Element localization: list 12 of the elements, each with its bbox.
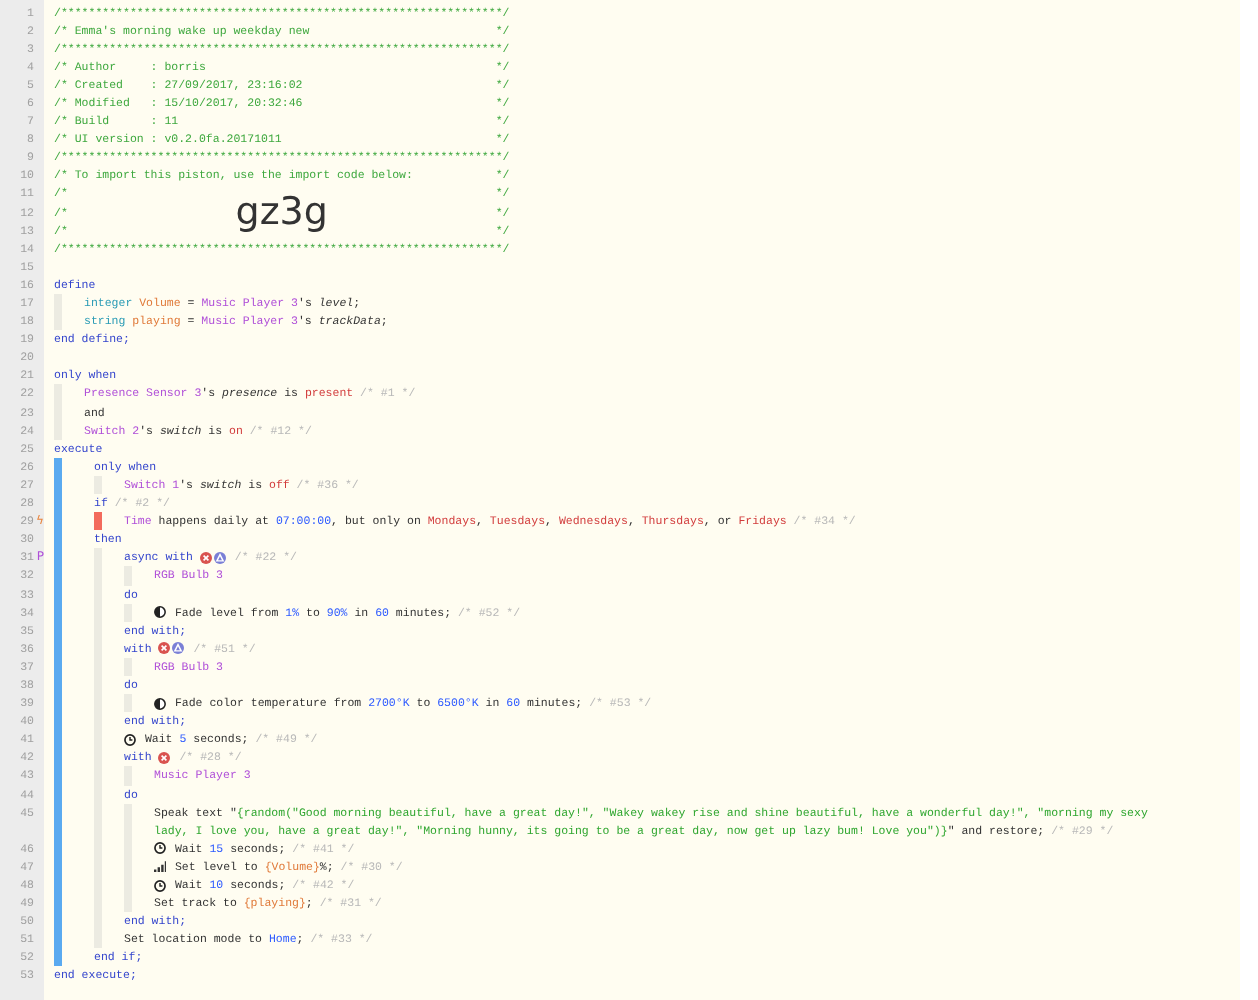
half-circle-icon (154, 606, 166, 619)
import-code: gz3g (235, 192, 328, 233)
x-circle-icon (158, 751, 171, 764)
half-circle-icon (154, 697, 166, 710)
signal-bars-icon (154, 860, 166, 873)
triangle-circle-icon (172, 642, 185, 655)
x-circle-icon (158, 642, 171, 655)
triangle-circle-icon (213, 551, 226, 564)
clock-icon (124, 733, 136, 746)
x-circle-icon (199, 551, 212, 564)
clock-icon (154, 842, 166, 855)
clock-icon (154, 879, 166, 892)
